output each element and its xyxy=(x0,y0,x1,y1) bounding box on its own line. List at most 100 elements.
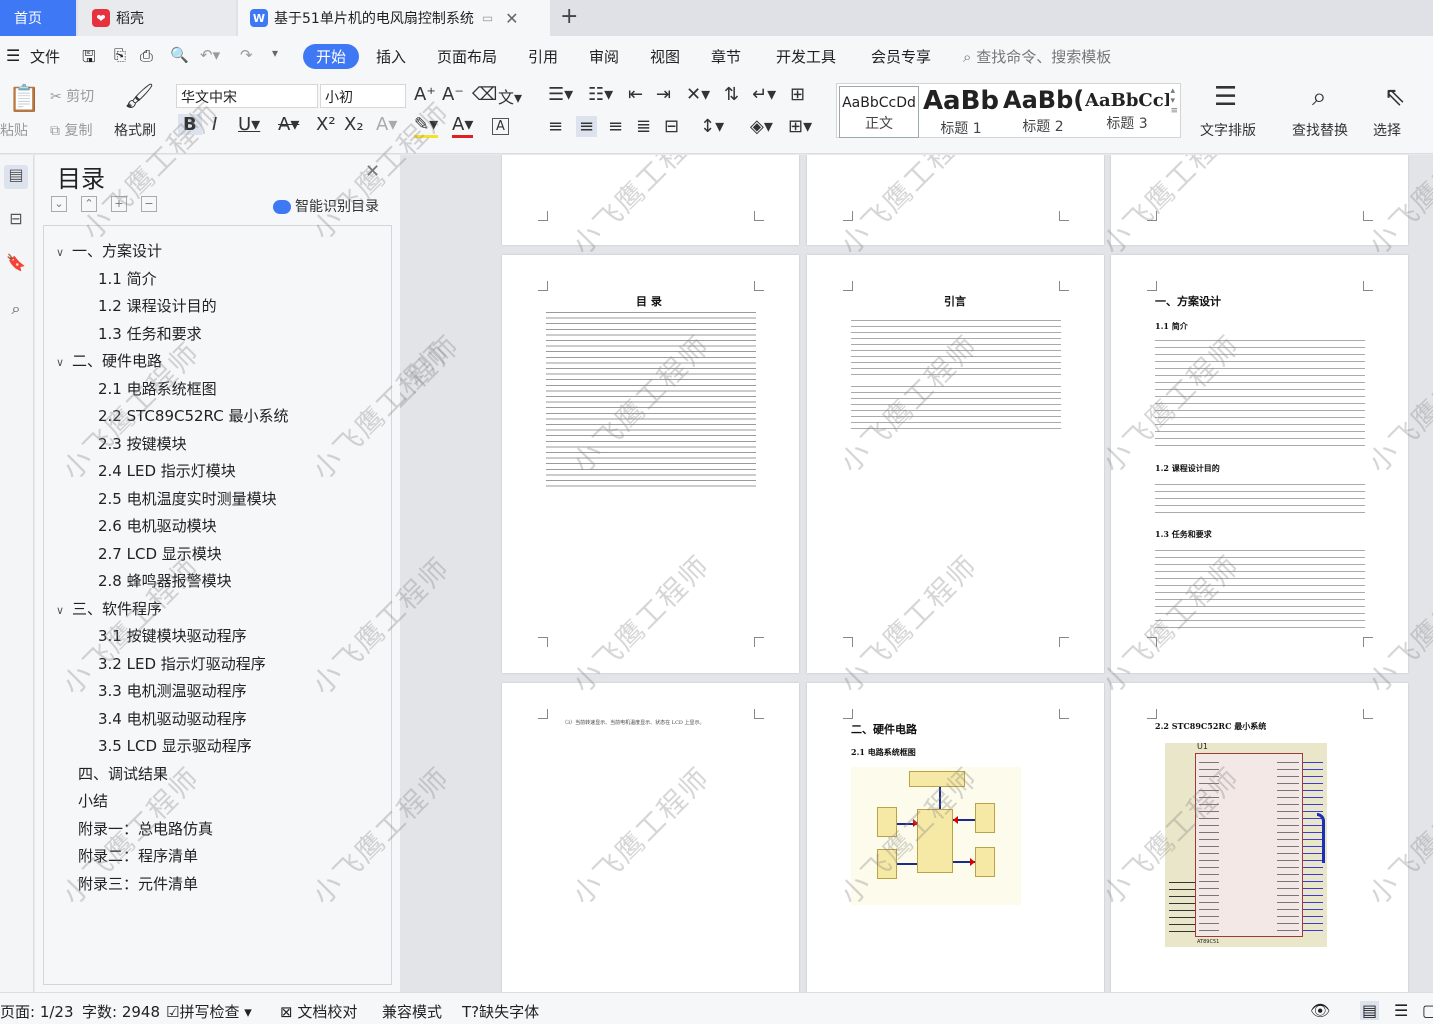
find-replace-icon[interactable]: ⌕ xyxy=(1312,82,1327,113)
underline-icon[interactable]: U▾ xyxy=(238,114,260,135)
hamburger-icon[interactable]: ☰ xyxy=(6,46,20,65)
command-search[interactable]: ⌕ 查找命令、搜索模板 xyxy=(963,46,1111,67)
show-marks-icon[interactable]: ↵▾ xyxy=(752,84,776,105)
toc-item[interactable]: 附录一：总电路仿真 xyxy=(78,818,213,839)
new-tab-icon[interactable]: + xyxy=(560,4,578,29)
toc-item[interactable]: 2.3 按键模块 xyxy=(98,433,187,454)
toc-item[interactable]: 附录二：程序清单 xyxy=(78,845,198,866)
text-layout-icon[interactable]: ☰ xyxy=(1214,82,1237,112)
toc-item[interactable]: 3.2 LED 指示灯驱动程序 xyxy=(98,653,266,674)
select-button[interactable]: 选择 xyxy=(1373,120,1401,140)
spell-check-button[interactable]: ☑拼写检查 ▾ xyxy=(166,1001,252,1022)
clear-format-icon[interactable]: ⌫ xyxy=(472,84,497,105)
number-list-icon[interactable]: ☷▾ xyxy=(588,84,613,105)
toc-item[interactable]: 3.1 按键模块驱动程序 xyxy=(98,625,247,646)
toc-item[interactable]: 附录三：元件清单 xyxy=(78,873,198,894)
menu-developer[interactable]: 开发工具 xyxy=(776,46,836,67)
page-indicator[interactable]: 页面: 1/23 xyxy=(0,1001,74,1022)
toc-item[interactable]: 3.4 电机驱动驱动程序 xyxy=(98,708,247,729)
toc-item[interactable]: 四、调试结果 xyxy=(78,763,168,784)
menu-reference[interactable]: 引用 xyxy=(528,46,558,67)
font-color-icon[interactable]: A▾ xyxy=(452,114,474,138)
toc-item[interactable]: 1.1 简介 xyxy=(98,268,157,289)
chevron-down-icon[interactable]: ∨ xyxy=(56,604,72,617)
style-heading3[interactable]: AaBbCcI 标题 3 xyxy=(1085,86,1169,133)
compat-mode[interactable]: 兼容模式 xyxy=(382,1001,442,1022)
bullet-list-icon[interactable]: ☰▾ xyxy=(548,84,573,105)
font-name-select[interactable]: 华文中宋 xyxy=(176,84,318,108)
tab-document[interactable]: W 基于51单片机的电风扇控制系统 ▭ ✕ xyxy=(238,0,550,36)
toc-item[interactable]: 2.7 LCD 显示模块 xyxy=(98,543,222,564)
toc-item[interactable]: 2.2 STC89C52RC 最小系统 xyxy=(98,405,288,426)
toc-item[interactable]: 2.6 电机驱动模块 xyxy=(98,515,217,536)
line-spacing-icon[interactable]: ↕▾ xyxy=(700,116,724,137)
export-icon[interactable]: ⎘ xyxy=(114,46,126,64)
border-icon[interactable]: ⊞▾ xyxy=(788,116,812,137)
style-normal[interactable]: AaBbCcDd 正文 xyxy=(839,86,919,138)
highlight-icon[interactable]: ✎▾ xyxy=(414,114,439,138)
menu-insert[interactable]: 插入 xyxy=(376,46,406,67)
add-level-icon[interactable]: + xyxy=(111,196,127,212)
missing-font-button[interactable]: T?缺失字体 xyxy=(462,1001,539,1022)
toc-item[interactable]: 2.4 LED 指示灯模块 xyxy=(98,460,236,481)
toc-item[interactable]: 2.5 电机温度实时测量模块 xyxy=(98,488,277,509)
font-size-select[interactable]: 小初 xyxy=(320,84,406,108)
menu-home[interactable]: 开始 xyxy=(303,44,360,69)
menu-review[interactable]: 审阅 xyxy=(589,46,619,67)
page-chapter1[interactable]: 一、方案设计 1.1 简介 1.2 课程设计目的 1.3 任务和要求 xyxy=(1111,255,1408,673)
increase-indent-icon[interactable]: ⇥ xyxy=(656,84,671,105)
page-continuation[interactable]: （3）当前转速显示、当前电机温度显示、状态在 LCD 上显示。 xyxy=(502,683,799,992)
shading-icon[interactable]: ◈▾ xyxy=(750,116,773,137)
toc-item[interactable]: 1.2 课程设计目的 xyxy=(98,295,217,316)
close-icon[interactable]: ✕ xyxy=(365,161,380,182)
find-replace-button[interactable]: 查找替换 xyxy=(1292,120,1348,140)
chinese-layout-icon[interactable]: ✕▾ xyxy=(686,84,710,105)
align-left-icon[interactable]: ≡ xyxy=(548,116,563,137)
toc-item[interactable]: 2.8 蜂鸣器报警模块 xyxy=(98,570,232,591)
proofread-button[interactable]: ⊠ 文档校对 xyxy=(280,1001,357,1022)
sort-icon[interactable]: ⇅ xyxy=(724,84,739,105)
justify-icon[interactable]: ≣ xyxy=(636,116,651,137)
toc-item[interactable]: 3.3 电机测温驱动程序 xyxy=(98,680,247,701)
menu-view[interactable]: 视图 xyxy=(650,46,680,67)
expand-all-icon[interactable]: ⌄ xyxy=(51,196,67,212)
smart-toc-button[interactable]: 智能识别目录 xyxy=(273,196,379,216)
shrink-font-icon[interactable]: A⁻ xyxy=(442,84,464,105)
page-thumbnail[interactable] xyxy=(1111,155,1408,245)
web-view-icon[interactable]: ▢ xyxy=(1422,1001,1433,1020)
cursor-icon[interactable]: ⇖ xyxy=(1384,82,1406,112)
page-chapter2[interactable]: 二、硬件电路 2.1 电路系统框图 xyxy=(807,683,1104,992)
distribute-icon[interactable]: ⊟ xyxy=(664,116,679,137)
page-intro[interactable]: 引言 xyxy=(807,255,1104,673)
text-effect-icon[interactable]: A▾ xyxy=(376,114,397,135)
undo-icon[interactable]: ↶▾ xyxy=(200,46,220,64)
search-panel-icon[interactable]: ⌕ xyxy=(4,299,28,323)
paste-icon[interactable]: 📋 xyxy=(8,84,40,114)
tab-close-icon[interactable]: ✕ xyxy=(505,9,518,28)
redo-icon[interactable]: ↷ xyxy=(240,46,253,64)
page-thumbnail[interactable] xyxy=(807,155,1104,245)
quick-access-dropdown-icon[interactable]: ▾ xyxy=(272,46,278,60)
bold-icon[interactable]: B xyxy=(178,114,202,135)
tab-home[interactable]: 首页 xyxy=(0,0,76,36)
align-right-icon[interactable]: ≡ xyxy=(608,116,623,137)
chapter-nav-icon[interactable]: ⊟ xyxy=(4,209,28,233)
page-view-icon[interactable]: ▤ xyxy=(1360,1001,1380,1020)
style-heading2[interactable]: AaBb(标题 2 xyxy=(1003,86,1083,136)
toc-item[interactable]: ∨ 一、方案设计 xyxy=(56,240,162,261)
eye-protection-icon[interactable]: 👁 xyxy=(1310,1001,1330,1020)
style-heading1[interactable]: AaBb 标题 1 xyxy=(921,86,1001,138)
align-center-icon[interactable]: ≡ xyxy=(576,116,598,137)
italic-icon[interactable]: I xyxy=(212,114,217,135)
format-painter-icon[interactable]: 🖌 xyxy=(124,82,154,110)
bookmark-icon[interactable]: 🔖 xyxy=(4,253,28,277)
style-scroll-icon[interactable]: ▴ ▾ ≡ xyxy=(1170,86,1178,116)
page-thumbnail[interactable] xyxy=(502,155,799,245)
save-icon[interactable]: 🖫 xyxy=(82,46,96,73)
outline-view-icon[interactable]: ☰ xyxy=(1394,1001,1408,1020)
preview-icon[interactable]: 🔍 xyxy=(170,46,189,64)
char-border-icon[interactable]: A xyxy=(492,118,509,135)
phonetic-icon[interactable]: 文▾ xyxy=(498,84,522,108)
toc-item[interactable]: ∨ 二、硬件电路 xyxy=(56,350,162,371)
copy-button[interactable]: ⧉ 复制 xyxy=(50,120,92,140)
